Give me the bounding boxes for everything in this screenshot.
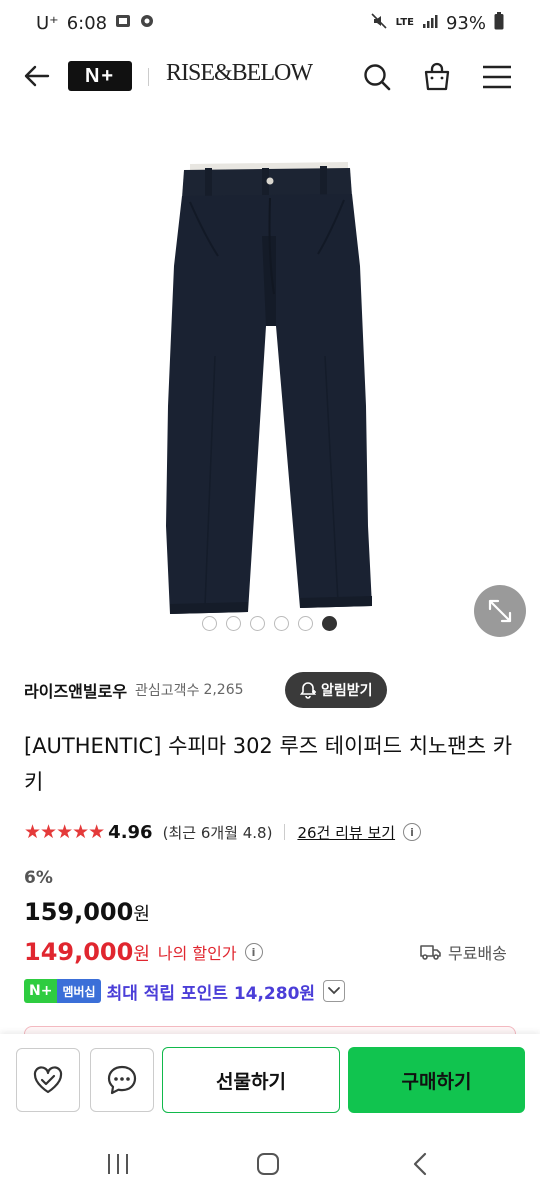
purchase-button[interactable]: 구매하기	[348, 1047, 525, 1113]
discount-rate: 6%	[24, 868, 53, 888]
cart-button[interactable]	[418, 58, 456, 96]
chat-bubble-icon	[107, 1065, 137, 1095]
rating-separator	[284, 824, 286, 840]
points-expand-button[interactable]	[323, 980, 346, 1002]
status-bar: U⁺ 6:08 LTE 93%	[0, 0, 540, 46]
status-right: LTE 93%	[370, 12, 504, 34]
search-icon	[364, 64, 391, 91]
purchase-bar: 선물하기 구매하기	[0, 1034, 540, 1124]
hamburger-menu-icon	[483, 65, 511, 89]
follower-label: 관심고객수	[135, 683, 200, 699]
wishlist-button[interactable]	[16, 1048, 80, 1112]
sale-price-row: 149,000원 나의 할인가 i	[24, 934, 263, 970]
recent-apps-button[interactable]	[98, 1144, 138, 1184]
shipping-label: 무료배송	[448, 944, 507, 963]
battery-icon	[494, 12, 504, 34]
search-button[interactable]	[358, 58, 396, 96]
pagination-dot-active[interactable]	[322, 616, 337, 631]
arrow-left-icon	[24, 65, 50, 87]
store-info: 라이즈앤빌로우 관심고객수 2,265 알림받기	[24, 672, 516, 708]
alarm-button[interactable]: 알림받기	[285, 672, 387, 708]
app-header: N+ RISE&BELOW	[0, 46, 540, 106]
heart-check-icon	[33, 1066, 63, 1094]
membership-np-label: N+	[24, 979, 58, 1003]
notification-icon	[115, 13, 131, 33]
info-icon[interactable]: i	[403, 823, 422, 841]
product-image[interactable]	[0, 106, 540, 654]
my-discount-label: 나의 할인가	[157, 944, 237, 963]
signal-icon	[422, 13, 438, 33]
home-button[interactable]	[248, 1144, 288, 1184]
membership-label: 멤버십	[57, 979, 101, 1003]
sale-price-amount: 149,000	[24, 938, 134, 966]
shipping-info: 무료배송	[420, 940, 507, 964]
pagination-dot[interactable]	[202, 616, 217, 631]
navy-chino-pants-image	[166, 162, 372, 614]
status-left: U⁺ 6:08	[36, 13, 155, 34]
talk-button[interactable]	[90, 1048, 154, 1112]
system-navigation-bar	[0, 1124, 540, 1200]
system-back-button[interactable]	[400, 1144, 440, 1184]
back-button[interactable]	[18, 58, 54, 94]
gift-button[interactable]: 선물하기	[162, 1047, 340, 1113]
carrier-label: U⁺	[36, 12, 59, 34]
rating-recent: (최근 6개월 4.8)	[162, 823, 273, 842]
pagination-dot[interactable]	[226, 616, 241, 631]
truck-icon	[420, 945, 441, 960]
chevron-left-icon	[413, 1152, 427, 1176]
store-name[interactable]: 라이즈앤빌로우	[24, 678, 127, 702]
points-row: N+ 멤버십 최대 적립 포인트 14,280원	[24, 977, 346, 1005]
rating-stars: ★★★★★	[24, 821, 105, 843]
expand-image-button[interactable]	[474, 585, 526, 637]
header-divider	[148, 68, 149, 86]
pagination-dot[interactable]	[298, 616, 313, 631]
brand-logo[interactable]: RISE&BELOW	[166, 60, 313, 87]
rating-score: 4.96	[108, 821, 153, 843]
home-icon	[257, 1153, 279, 1175]
membership-badge: N+ 멤버십	[24, 979, 101, 1003]
recent-apps-icon	[108, 1154, 128, 1174]
sale-price: 149,000원	[24, 938, 150, 966]
clock: 6:08	[66, 12, 108, 34]
shopping-bag-icon	[424, 62, 450, 91]
bell-plus-icon	[299, 682, 317, 699]
gallery-pagination	[202, 616, 337, 631]
alarm-label: 알림받기	[321, 683, 373, 699]
pagination-dot[interactable]	[250, 616, 265, 631]
app-notification-icon	[139, 13, 155, 33]
review-link[interactable]: 26건 리뷰 보기	[297, 822, 395, 843]
expand-arrows-icon	[488, 599, 512, 623]
rating-row: ★★★★★ 4.96 (최근 6개월 4.8) 26건 리뷰 보기 i	[24, 818, 422, 846]
sale-price-currency: 원	[133, 944, 150, 965]
follower-count: 2,265	[203, 682, 244, 698]
max-points-text: 최대 적립 포인트 14,280원	[106, 983, 316, 1004]
network-label: LTE	[395, 17, 414, 28]
original-price-amount: 159,000	[24, 898, 134, 926]
info-icon[interactable]: i	[244, 943, 263, 961]
product-title: [AUTHENTIC] 수피마 302 루즈 테이퍼드 치노팬츠 카키	[24, 734, 513, 794]
original-price: 159,000원	[24, 898, 150, 926]
mute-icon	[370, 12, 388, 34]
original-price-currency: 원	[133, 904, 150, 925]
chevron-down-icon	[328, 987, 340, 995]
menu-button[interactable]	[478, 58, 516, 96]
pagination-dot[interactable]	[274, 616, 289, 631]
battery-percent: 93%	[445, 12, 486, 34]
naver-plus-logo[interactable]: N+	[68, 61, 132, 91]
